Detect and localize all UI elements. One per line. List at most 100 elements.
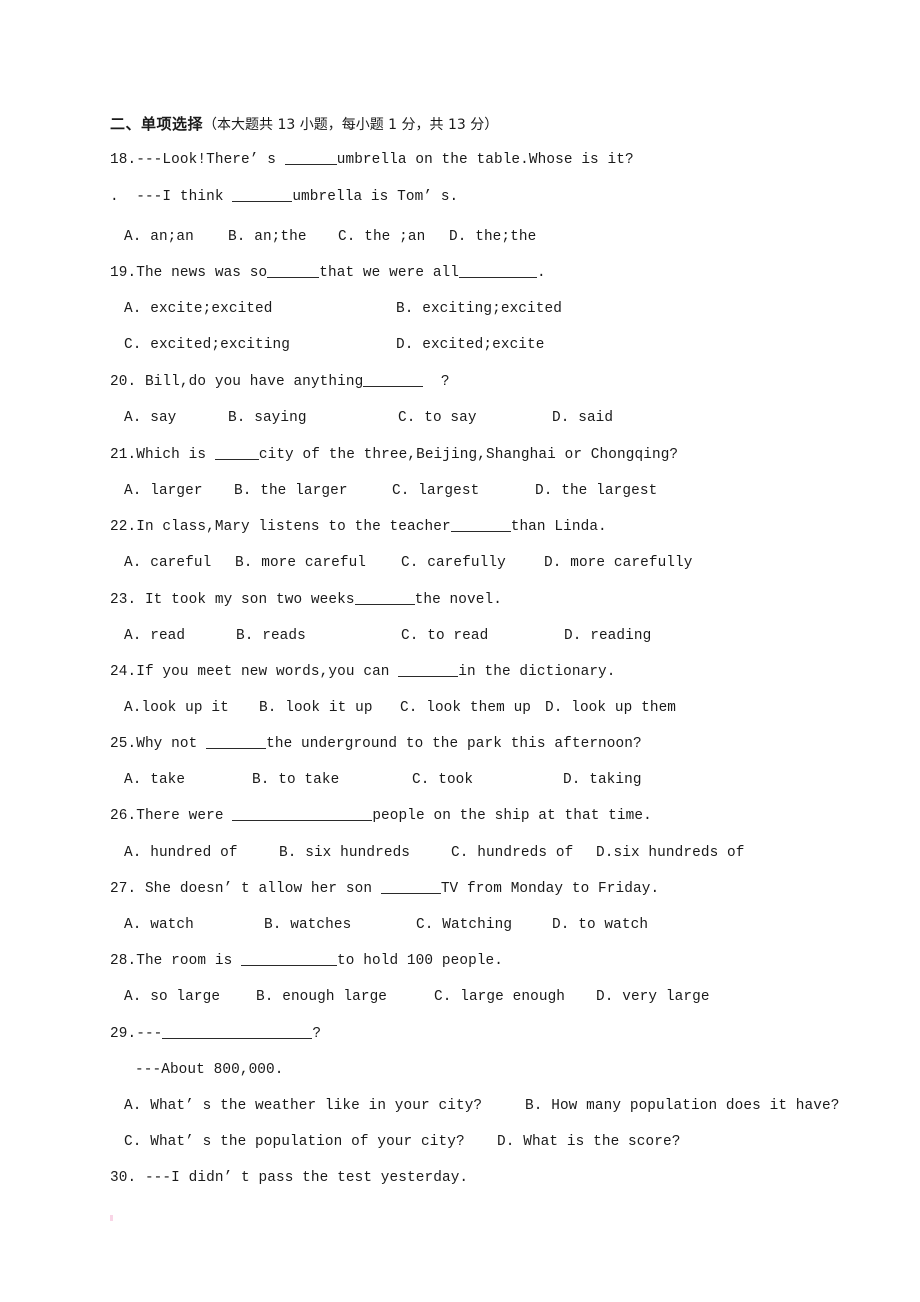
q18-option-d[interactable]: D. the;the [449, 228, 536, 246]
q21-stem-tail: city of the three,Beijing,Shanghai or Ch… [258, 447, 679, 463]
scan-artifact [110, 1215, 113, 1221]
q21-stem-head: 21.Which is [110, 447, 215, 463]
q22-blank-1 [450, 518, 511, 532]
q19-option-d[interactable]: D. excited;excite [396, 336, 545, 354]
q24-stem-head: 24.If you meet new words,you can [110, 664, 399, 680]
q19-option-b[interactable]: B. exciting;excited [396, 300, 562, 318]
question-25-options: A. take B. to take C. took D. taking [124, 771, 642, 789]
question-22-stem: 22.In class,Mary listens to the teacher t… [110, 518, 607, 536]
q26-option-c[interactable]: C. hundreds of [451, 844, 596, 862]
q18-option-a[interactable]: A. an;an [124, 228, 228, 246]
section-heading-meta: （本大题共 13 小题，每小题 1 分，共 13 分） [203, 117, 499, 133]
q22-option-b[interactable]: B. more careful [235, 554, 401, 572]
question-29-options-row-1: A. What’ s the weather like in your city… [124, 1097, 840, 1115]
q25-blank-1 [206, 735, 267, 749]
q19-option-a[interactable]: A. excite;excited [124, 300, 396, 318]
question-18-options: A. an;an B. an;the C. the ;an D. the;the [124, 228, 536, 246]
q28-option-a[interactable]: A. so large [124, 988, 256, 1006]
question-24-stem: 24.If you meet new words,you can in the … [110, 663, 616, 681]
q21-option-d[interactable]: D. the largest [535, 482, 657, 500]
question-20-stem: 20. Bill,do you have anything ? [110, 373, 450, 391]
q24-blank-1 [398, 663, 459, 677]
question-29-answer-line: ---About 800,000. [135, 1062, 284, 1078]
q23-stem-tail: the novel. [414, 592, 502, 608]
q28-option-c[interactable]: C. large enough [434, 988, 596, 1006]
question-19-options-row-1: A. excite;excited B. exciting;excited [124, 300, 562, 318]
q20-option-c[interactable]: C. to say [398, 409, 552, 427]
q23-stem-head: 23. It took my son two weeks [110, 592, 355, 608]
question-28-options: A. so large B. enough large C. large enoug… [124, 988, 710, 1006]
question-27-options: A. watch B. watches C. Watching D. to watch [124, 916, 648, 934]
q23-option-c[interactable]: C. to read [401, 627, 564, 645]
q24-option-a[interactable]: A.look up it [124, 699, 259, 717]
q26-option-a[interactable]: A. hundred of [124, 844, 279, 862]
q19-stem-mid: that we were all [319, 265, 460, 281]
q18-blank-1 [284, 151, 337, 165]
exam-page: 二、单项选择（本大题共 13 小题，每小题 1 分，共 13 分） 18.---… [0, 0, 920, 1302]
q28-option-b[interactable]: B. enough large [256, 988, 434, 1006]
q23-option-d[interactable]: D. reading [564, 627, 651, 645]
q21-option-c[interactable]: C. largest [392, 482, 535, 500]
question-20-options: A. say B. saying C. to say D. said [124, 409, 613, 427]
question-19-options-row-2: C. excited;exciting D. excited;excite [124, 336, 545, 354]
q29-option-c[interactable]: C. What’ s the population of your city? [124, 1133, 497, 1151]
q27-option-c[interactable]: C. Watching [416, 916, 552, 934]
q24-option-b[interactable]: B. look it up [259, 699, 400, 717]
q23-option-a[interactable]: A. read [124, 627, 236, 645]
question-22-options: A. careful B. more careful C. carefully D. … [124, 554, 693, 572]
q25-option-a[interactable]: A. take [124, 771, 252, 789]
question-25-stem: 25.Why not the underground to the park t… [110, 735, 642, 753]
question-21-options: A. larger B. the larger C. largest D. the l… [124, 482, 657, 500]
q21-option-a[interactable]: A. larger [124, 482, 234, 500]
q20-option-d[interactable]: D. said [552, 409, 613, 427]
q25-option-d[interactable]: D. taking [563, 771, 642, 789]
q29-stem-tail: ? [312, 1026, 322, 1042]
question-21-stem: 21.Which is city of the three,Beijing,Sh… [110, 446, 678, 464]
q19-option-c[interactable]: C. excited;exciting [124, 336, 396, 354]
q21-blank-1 [214, 446, 259, 460]
q25-stem-head: 25.Why not [110, 736, 207, 752]
q18-stem-tail: umbrella on the table.Whose is it? [336, 152, 634, 168]
q18-option-b[interactable]: B. an;the [228, 228, 338, 246]
q23-option-b[interactable]: B. reads [236, 627, 401, 645]
q18-option-c[interactable]: C. the ;an [338, 228, 449, 246]
q19-stem-head: 19.The news was so [110, 265, 268, 281]
q29-option-d[interactable]: D. What is the score? [497, 1133, 680, 1151]
question-19-stem: 19.The news was so that we were all. [110, 264, 546, 282]
question-18-stem-line-2: . ---I think umbrella is Tom’ s. [110, 188, 458, 206]
q27-option-b[interactable]: B. watches [264, 916, 416, 934]
question-23-options: A. read B. reads C. to read D. reading [124, 627, 651, 645]
q19-stem-tail: . [537, 265, 546, 281]
section-heading-title: 二、单项选择 [110, 115, 204, 133]
question-27-stem: 27. She doesn’ t allow her son TV from M… [110, 880, 659, 898]
q24-option-d[interactable]: D. look up them [545, 699, 676, 717]
q26-stem-tail: people on the ship at that time. [372, 808, 652, 824]
q22-option-c[interactable]: C. carefully [401, 554, 544, 572]
q29-blank-1 [162, 1025, 313, 1039]
q20-option-a[interactable]: A. say [124, 409, 228, 427]
q19-blank-1 [267, 264, 320, 278]
q22-stem-tail: than Linda. [510, 519, 607, 535]
q26-option-d[interactable]: D.six hundreds of [596, 844, 745, 862]
q24-option-c[interactable]: C. look them up [400, 699, 545, 717]
q29-option-a[interactable]: A. What’ s the weather like in your city… [124, 1097, 525, 1115]
q26-option-b[interactable]: B. six hundreds [279, 844, 451, 862]
question-18-stem-line-1: 18.---Look!There’ s umbrella on the tabl… [110, 151, 634, 169]
q21-option-b[interactable]: B. the larger [234, 482, 392, 500]
q22-option-d[interactable]: D. more carefully [544, 554, 693, 572]
q28-stem-tail: to hold 100 people. [337, 953, 504, 969]
q29-option-b[interactable]: B. How many population does it have? [525, 1097, 840, 1115]
q25-option-b[interactable]: B. to take [252, 771, 412, 789]
question-26-stem: 26.There were people on the ship at that… [110, 807, 652, 825]
q29-stem-head: 29.--- [110, 1026, 163, 1042]
q20-stem-head: 20. Bill,do you have anything [110, 374, 364, 390]
q22-option-a[interactable]: A. careful [124, 554, 235, 572]
q28-option-d[interactable]: D. very large [596, 988, 710, 1006]
q20-option-b[interactable]: B. saying [228, 409, 398, 427]
q27-option-a[interactable]: A. watch [124, 916, 264, 934]
q27-option-d[interactable]: D. to watch [552, 916, 648, 934]
q27-blank-1 [380, 880, 441, 894]
q25-option-c[interactable]: C. took [412, 771, 563, 789]
q20-blank-1 [363, 373, 424, 387]
q27-stem-head: 27. She doesn’ t allow her son [110, 881, 381, 897]
